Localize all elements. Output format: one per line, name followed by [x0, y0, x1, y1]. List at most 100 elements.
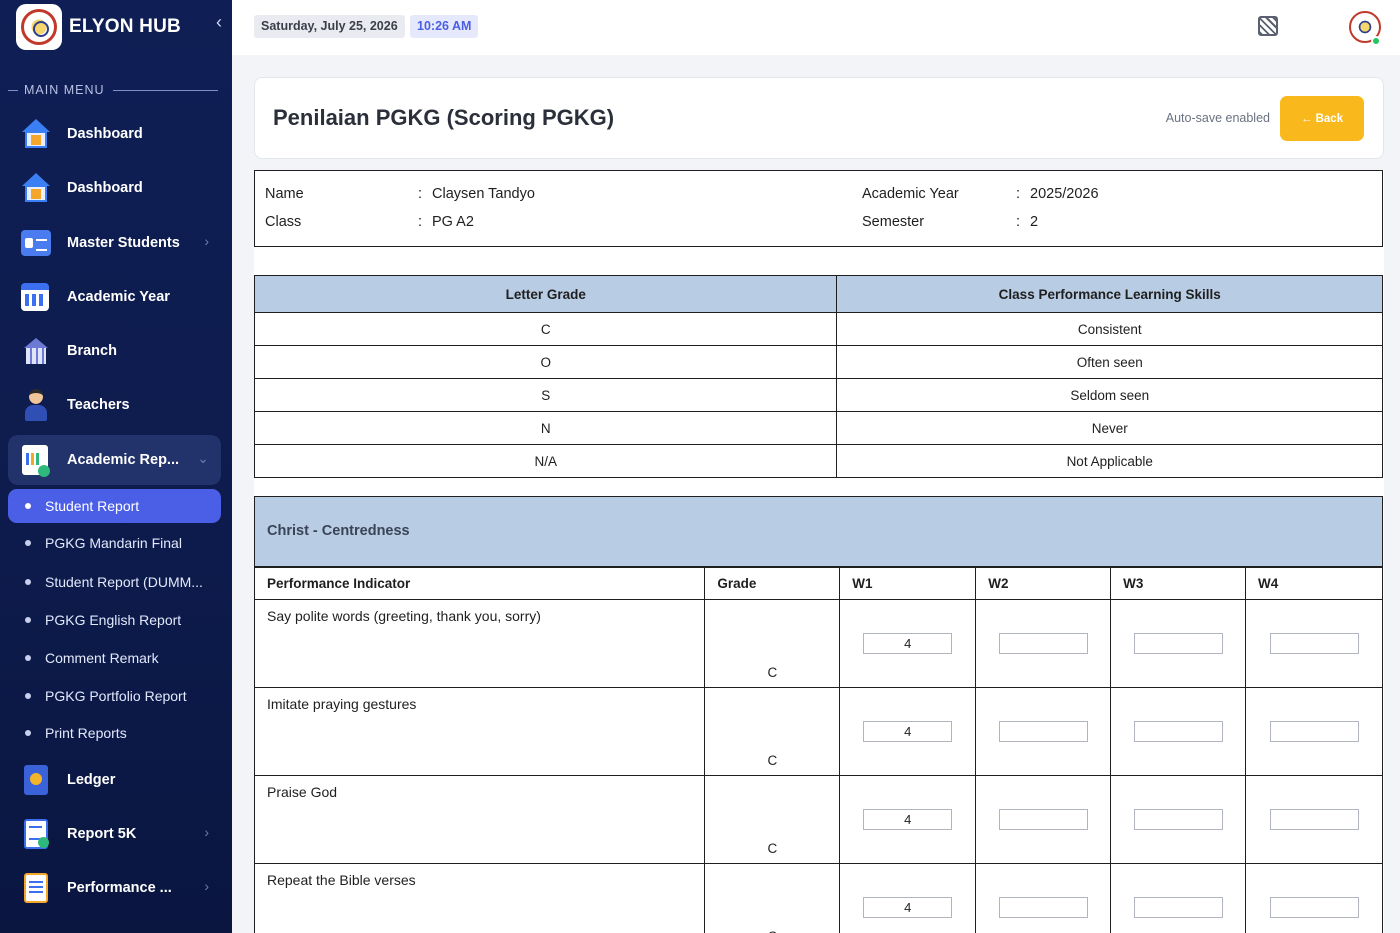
sidebar: ELYON HUB ‹ MAIN MENU Dashboard Dashboar…: [0, 0, 232, 933]
section-title: Christ - Centredness: [254, 496, 1383, 568]
brand[interactable]: ELYON HUB: [16, 4, 221, 50]
table-row: S Seldom seen: [253, 378, 1383, 412]
document-icon: [20, 817, 52, 851]
col-performance-indicator: Performance Indicator: [253, 566, 706, 600]
table-row: Praise God C: [253, 775, 1383, 864]
w1-score-input[interactable]: [863, 721, 953, 742]
page-title: Penilaian PGKG (Scoring PGKG): [273, 105, 615, 130]
time-chip: 10:26 AM: [410, 15, 479, 38]
academic-year-value: 2025/2026: [1030, 186, 1099, 202]
w4-score-input[interactable]: [1269, 809, 1359, 830]
table-row: O Often seen: [253, 345, 1383, 379]
nav-performance[interactable]: Performance ... ›: [8, 863, 221, 913]
w2-score-input[interactable]: [998, 809, 1088, 830]
chevron-right-icon: ›: [204, 878, 209, 894]
colon: :: [418, 186, 423, 202]
colon: :: [418, 214, 423, 230]
indicator-text: Praise God: [253, 775, 706, 864]
brand-name: ELYON HUB: [69, 16, 181, 37]
calendar-icon: [20, 280, 52, 314]
w4-score-input[interactable]: [1269, 633, 1359, 654]
col-w3: W3: [1110, 566, 1247, 600]
bullet-icon: [25, 617, 31, 623]
w2-score-input[interactable]: [998, 897, 1088, 918]
bullet-icon: [25, 540, 31, 546]
chevron-right-icon: ›: [204, 233, 209, 249]
clipboard-icon: [20, 871, 52, 905]
w3-score-input[interactable]: [1133, 721, 1223, 742]
w2-score-input[interactable]: [998, 721, 1088, 742]
colon: :: [1016, 186, 1021, 202]
subnav-student-report-dummy[interactable]: Student Report (DUMM...: [8, 565, 221, 599]
report-sheet: Name : Claysen Tandyo Class : PG A2 Acad…: [253, 170, 1384, 933]
subnav-pgkg-mandarin-final[interactable]: PGKG Mandarin Final: [8, 526, 221, 560]
nav-teachers[interactable]: Teachers: [8, 380, 221, 430]
table-row: N Never: [253, 411, 1383, 445]
subnav-pgkg-english-report[interactable]: PGKG English Report: [8, 603, 221, 637]
name-value: Claysen Tandyo: [432, 186, 535, 202]
chevron-left-icon[interactable]: ‹: [216, 12, 222, 33]
teacher-icon: [20, 388, 52, 422]
w3-score-input[interactable]: [1133, 897, 1223, 918]
grade-value: C: [704, 599, 841, 688]
indicator-text: Repeat the Bible verses: [253, 863, 706, 933]
w4-score-input[interactable]: [1269, 897, 1359, 918]
id-card-icon: [20, 226, 52, 260]
col-w1: W1: [839, 566, 977, 600]
subnav-student-report[interactable]: Student Report: [8, 489, 221, 523]
house-icon: [20, 117, 52, 151]
bullet-icon: [25, 503, 31, 509]
name-label: Name: [265, 186, 304, 202]
grade-value: C: [704, 687, 841, 776]
nav-dashboard[interactable]: Dashboard: [8, 109, 221, 159]
col-w4: W4: [1245, 566, 1383, 600]
bullet-icon: [25, 693, 31, 699]
nav-academic-year[interactable]: Academic Year: [8, 272, 221, 322]
bullet-icon: [25, 655, 31, 661]
qr-code-icon[interactable]: [1258, 16, 1278, 36]
autosave-status: Auto-save enabled: [1165, 111, 1270, 125]
w1-score-input[interactable]: [863, 633, 953, 654]
menu-header: MAIN MENU: [8, 83, 218, 97]
topbar: Saturday, July 25, 2026 10:26 AM: [232, 0, 1400, 55]
nav-report-5k[interactable]: Report 5K ›: [8, 809, 221, 859]
indicator-text: Say polite words (greeting, thank you, s…: [253, 599, 706, 688]
subnav-pgkg-portfolio-report[interactable]: PGKG Portfolio Report: [8, 679, 221, 713]
nav-dashboard-2[interactable]: Dashboard: [8, 163, 221, 213]
chevron-right-icon: ›: [204, 824, 209, 840]
chevron-down-icon: ⌄: [197, 450, 209, 466]
w3-score-input[interactable]: [1133, 809, 1223, 830]
col-w2: W2: [975, 566, 1112, 600]
nav-academic-reports[interactable]: Academic Rep... ⌄: [8, 435, 221, 485]
w3-score-input[interactable]: [1133, 633, 1223, 654]
date-chip: Saturday, July 25, 2026: [254, 15, 405, 38]
nav-branch[interactable]: Branch: [8, 326, 221, 376]
nav-master-students[interactable]: Master Students ›: [8, 218, 221, 268]
indicator-text: Imitate praying gestures: [253, 687, 706, 776]
ledger-book-icon: [20, 763, 52, 797]
colon: :: [1016, 214, 1021, 230]
table-row: C Consistent: [253, 312, 1383, 346]
grade-value: C: [704, 863, 841, 933]
back-button[interactable]: ← Back: [1280, 96, 1364, 141]
online-status-icon: [1371, 36, 1381, 46]
table-row: Imitate praying gestures C: [253, 687, 1383, 776]
col-grade: Grade: [704, 566, 841, 600]
grade-legend-table: Letter Grade Class Performance Learning …: [253, 275, 1383, 478]
class-label: Class: [265, 214, 302, 230]
student-info: Name : Claysen Tandyo Class : PG A2 Acad…: [254, 170, 1383, 247]
nav-ledger[interactable]: Ledger: [8, 755, 221, 805]
title-card: Penilaian PGKG (Scoring PGKG) Auto-save …: [254, 77, 1384, 159]
legend-header-letter-grade: Letter Grade: [253, 275, 838, 313]
w2-score-input[interactable]: [998, 633, 1088, 654]
academic-year-label: Academic Year: [862, 186, 959, 202]
w4-score-input[interactable]: [1269, 721, 1359, 742]
w1-score-input[interactable]: [863, 809, 953, 830]
w1-score-input[interactable]: [863, 897, 953, 918]
bullet-icon: [25, 730, 31, 736]
house-icon: [20, 171, 52, 205]
subnav-print-reports[interactable]: Print Reports: [8, 716, 221, 750]
scoring-table: Christ - Centredness Performance Indicat…: [253, 496, 1383, 933]
report-chart-icon: [20, 443, 52, 477]
subnav-comment-remark[interactable]: Comment Remark: [8, 641, 221, 675]
